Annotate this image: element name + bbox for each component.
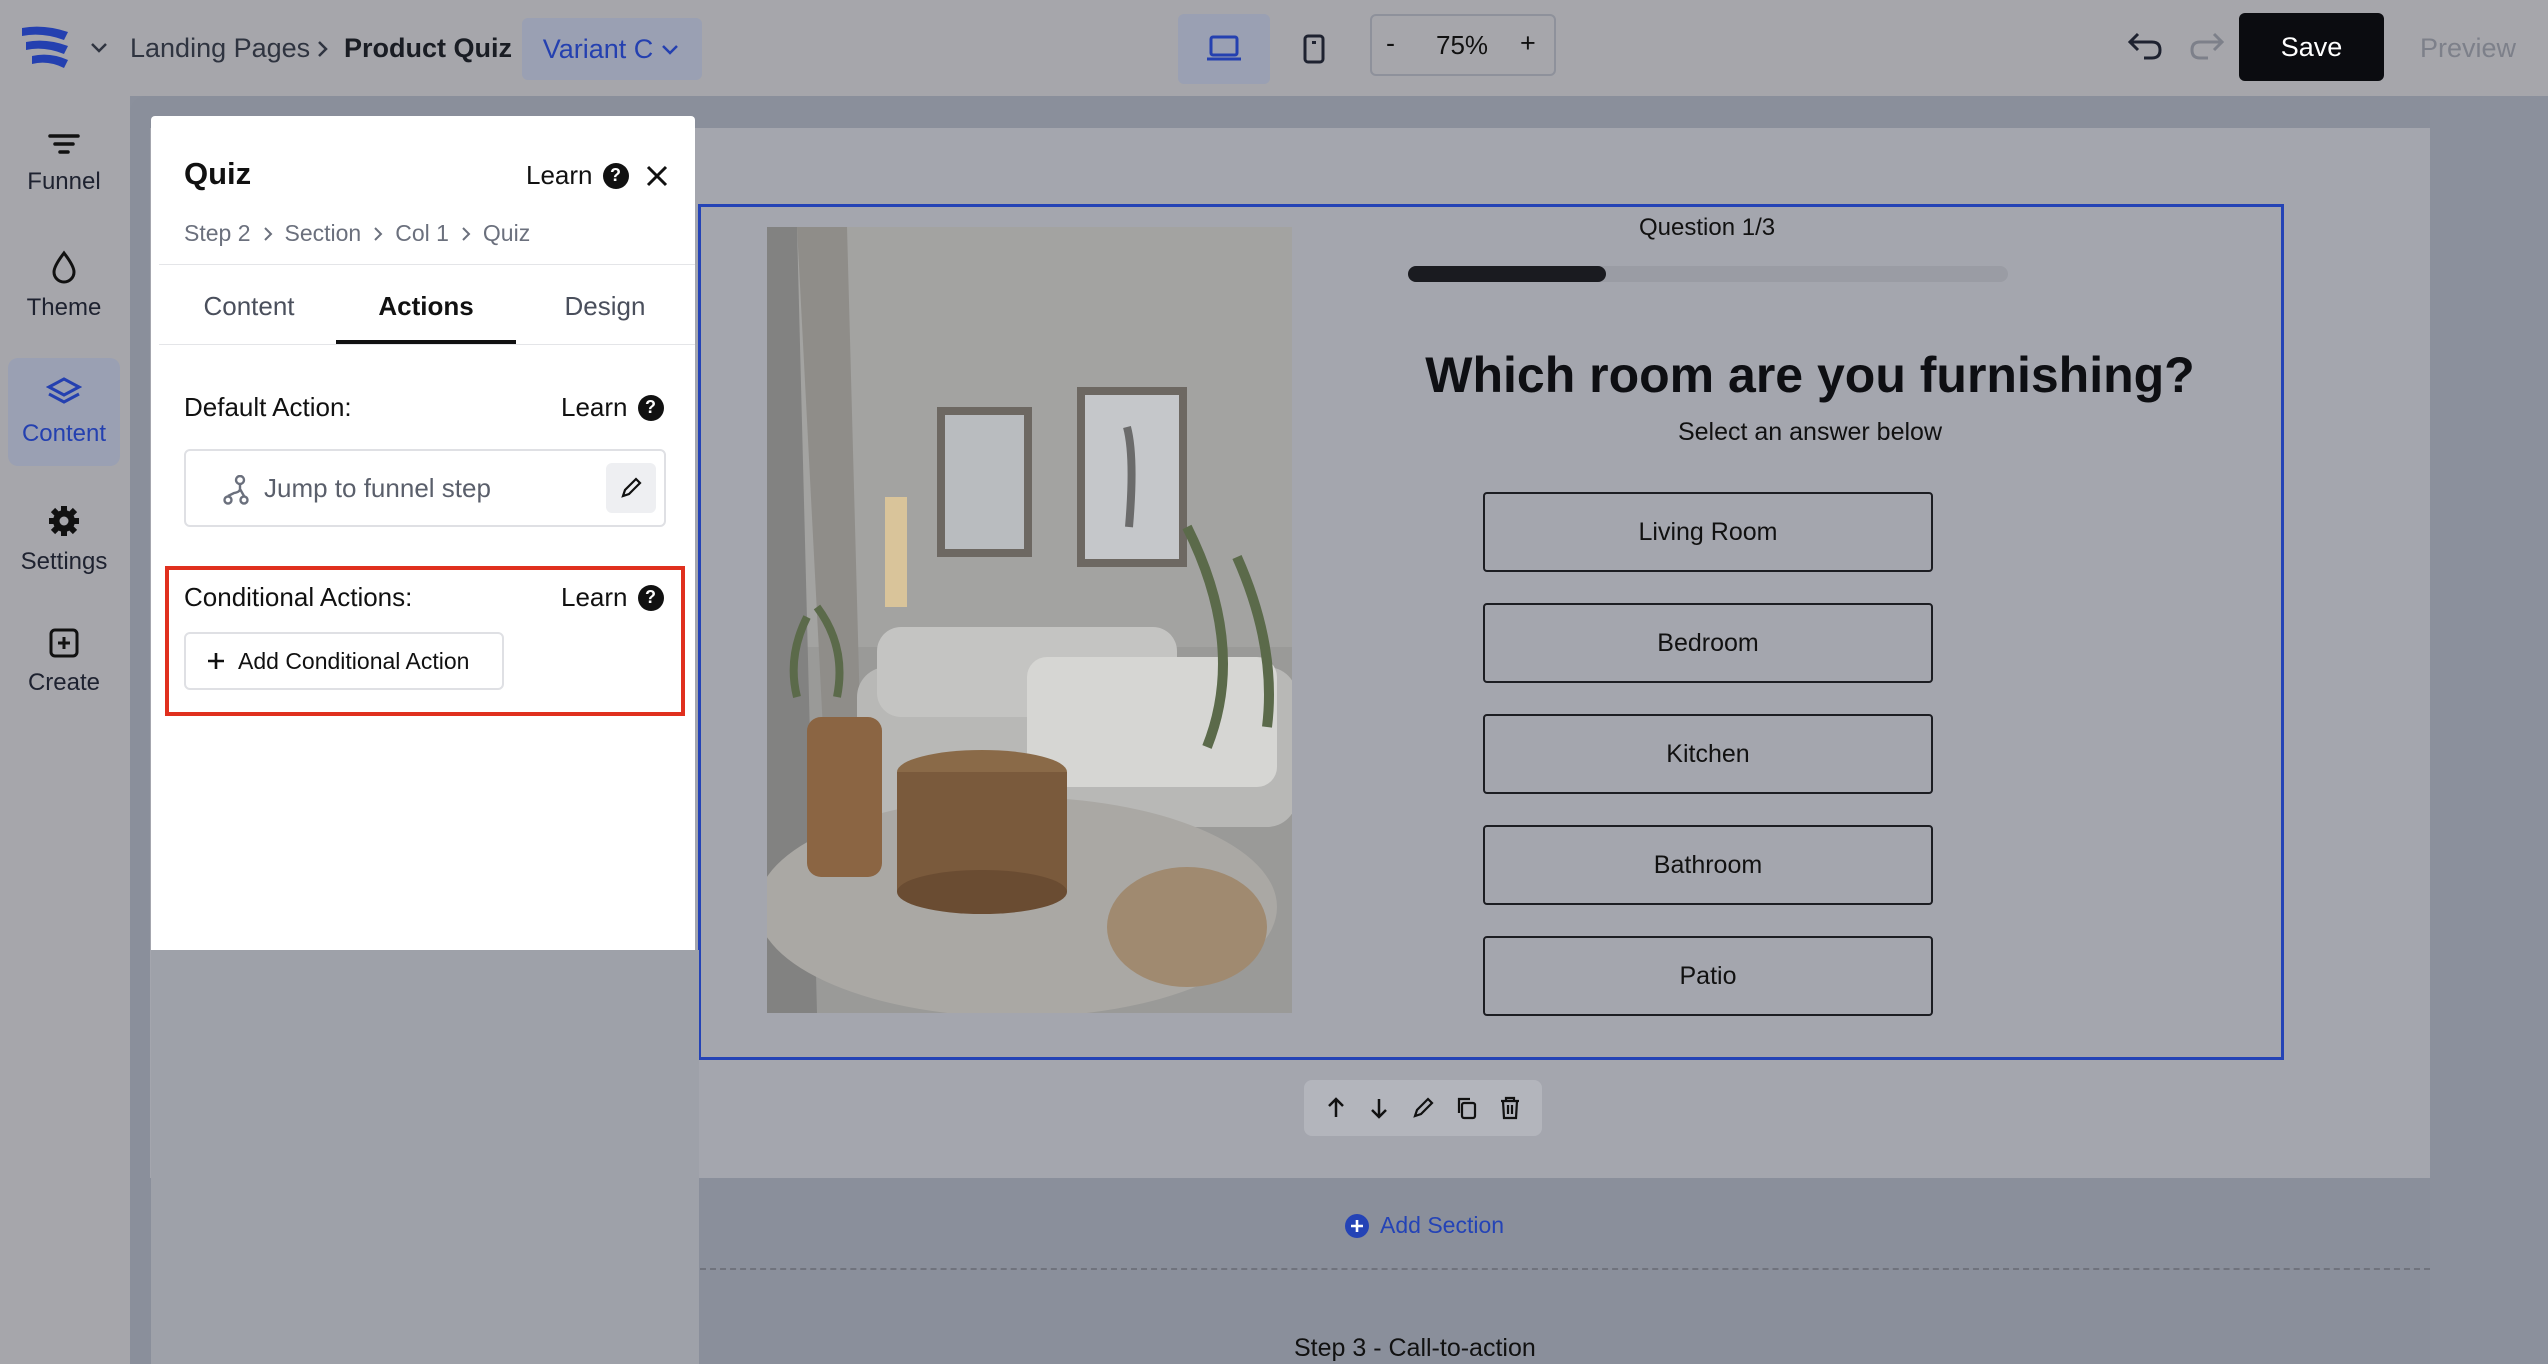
tab-design[interactable]: Design: [515, 268, 695, 344]
panel-divider: [159, 264, 695, 265]
close-icon[interactable]: [645, 164, 669, 193]
chevron-right-icon: [462, 226, 471, 241]
rail-item-content[interactable]: Content: [8, 358, 120, 466]
panel-crumb-col[interactable]: Col 1: [395, 220, 449, 247]
answer-option[interactable]: Kitchen: [1483, 714, 1933, 794]
next-step-label: Step 3 - Call-to-action: [1294, 1334, 1536, 1362]
zoom-value: 75%: [1436, 30, 1489, 60]
add-section-button[interactable]: Add Section: [1344, 1212, 1504, 1239]
plus-icon: [208, 653, 224, 669]
learn-label: Learn: [561, 392, 628, 422]
tab-actions[interactable]: Actions: [336, 268, 516, 344]
edit-action-button[interactable]: [606, 463, 656, 513]
section-divider: [700, 1268, 2430, 1270]
preview-button[interactable]: Preview: [2420, 33, 2516, 64]
panel-shadow: [151, 950, 699, 1364]
tabs-divider: [159, 344, 695, 345]
help-icon: ?: [637, 584, 664, 611]
learn-label: Learn: [561, 582, 628, 612]
top-bar: Landing Pages Product Quiz Variant C - 7…: [0, 0, 2548, 96]
left-rail: Funnel Theme Content Settings Create: [0, 96, 130, 1364]
breadcrumb-landing-pages[interactable]: Landing Pages: [130, 33, 310, 64]
copy-icon[interactable]: [1454, 1095, 1480, 1121]
zoom-in-button[interactable]: +: [1520, 28, 1536, 59]
panel-breadcrumb: Step 2 Section Col 1 Quiz: [184, 220, 530, 247]
plus-square-icon: [49, 628, 79, 658]
conditional-actions-learn[interactable]: Learn ?: [561, 582, 664, 613]
room-image: [767, 227, 1292, 1013]
mobile-icon: [1303, 34, 1325, 64]
add-conditional-action-button[interactable]: Add Conditional Action: [184, 632, 504, 690]
desktop-view-button[interactable]: [1178, 14, 1270, 84]
panel-title: Quiz: [184, 156, 252, 191]
progress-label: Question 1/3: [1639, 214, 1776, 241]
answer-option[interactable]: Bedroom: [1483, 603, 1933, 683]
default-action-learn[interactable]: Learn ?: [561, 392, 664, 423]
panel-crumb-step[interactable]: Step 2: [184, 220, 251, 247]
rail-label: Content: [21, 420, 107, 447]
tab-content[interactable]: Content: [159, 268, 339, 344]
branch-icon: [223, 475, 249, 505]
answer-option[interactable]: Bathroom: [1483, 825, 1933, 905]
chevron-right-icon: [314, 38, 332, 65]
rail-item-theme[interactable]: Theme: [8, 232, 120, 340]
add-section-label: Add Section: [1380, 1212, 1505, 1238]
arrow-up-icon[interactable]: [1323, 1095, 1349, 1121]
element-toolbar: [1304, 1080, 1542, 1136]
rail-label: Settings: [20, 548, 108, 575]
layers-icon: [46, 377, 82, 404]
chevron-right-icon: [263, 226, 272, 241]
add-conditional-label: Add Conditional Action: [238, 647, 470, 674]
rail-label: Funnel: [27, 168, 101, 195]
panel-crumb-quiz: Quiz: [482, 220, 531, 246]
pencil-icon[interactable]: [1410, 1095, 1436, 1121]
chevron-down-icon: [662, 45, 679, 55]
progress-bar: [1408, 266, 2008, 282]
pencil-icon: [621, 477, 642, 498]
panel-learn-link[interactable]: Learn ?: [526, 160, 629, 191]
variant-dropdown[interactable]: Variant C: [522, 18, 702, 80]
question-title: Which room are you furnishing?: [1425, 347, 2195, 403]
undo-icon[interactable]: [2126, 28, 2166, 67]
trash-icon[interactable]: [1497, 1095, 1523, 1121]
learn-label: Learn: [526, 160, 593, 190]
default-action-label: Default Action:: [184, 392, 352, 422]
rail-item-create[interactable]: Create: [8, 608, 120, 716]
save-label: Save: [2280, 31, 2343, 62]
funnel-icon: [48, 134, 80, 154]
panel-crumb-section[interactable]: Section: [285, 220, 362, 247]
default-action-value: Jump to funnel step: [264, 473, 491, 503]
answer-option[interactable]: Patio: [1483, 936, 1933, 1016]
mobile-view-button[interactable]: [1288, 14, 1340, 84]
conditional-actions-label: Conditional Actions:: [184, 582, 413, 612]
breadcrumb-current: Product Quiz: [344, 33, 512, 63]
zoom-out-button[interactable]: -: [1386, 28, 1395, 59]
gear-icon: [49, 506, 79, 536]
progress-fill: [1408, 266, 1606, 282]
logo-icon[interactable]: [18, 22, 74, 74]
answer-option[interactable]: Living Room: [1483, 492, 1933, 572]
save-button[interactable]: Save: [2239, 13, 2384, 81]
droplet-icon: [52, 250, 76, 284]
help-icon: ?: [602, 162, 629, 189]
variant-label: Variant C: [542, 33, 654, 64]
quiz-settings-panel: Quiz Learn ? Step 2 Section Col 1 Quiz C…: [151, 116, 695, 950]
redo-icon[interactable]: [2186, 28, 2226, 67]
rail-label: Create: [27, 669, 101, 696]
arrow-down-icon[interactable]: [1366, 1095, 1392, 1121]
rail-item-funnel[interactable]: Funnel: [8, 110, 120, 218]
default-action-field[interactable]: Jump to funnel step: [184, 449, 666, 527]
chevron-down-icon[interactable]: [88, 36, 110, 63]
laptop-icon: [1207, 35, 1241, 61]
help-icon: ?: [637, 394, 664, 421]
question-subtitle: Select an answer below: [1677, 418, 1943, 446]
rail-label: Theme: [26, 294, 102, 321]
rail-item-settings[interactable]: Settings: [8, 486, 120, 594]
plus-circle-icon: [1345, 1213, 1369, 1238]
chevron-right-icon: [374, 226, 383, 241]
